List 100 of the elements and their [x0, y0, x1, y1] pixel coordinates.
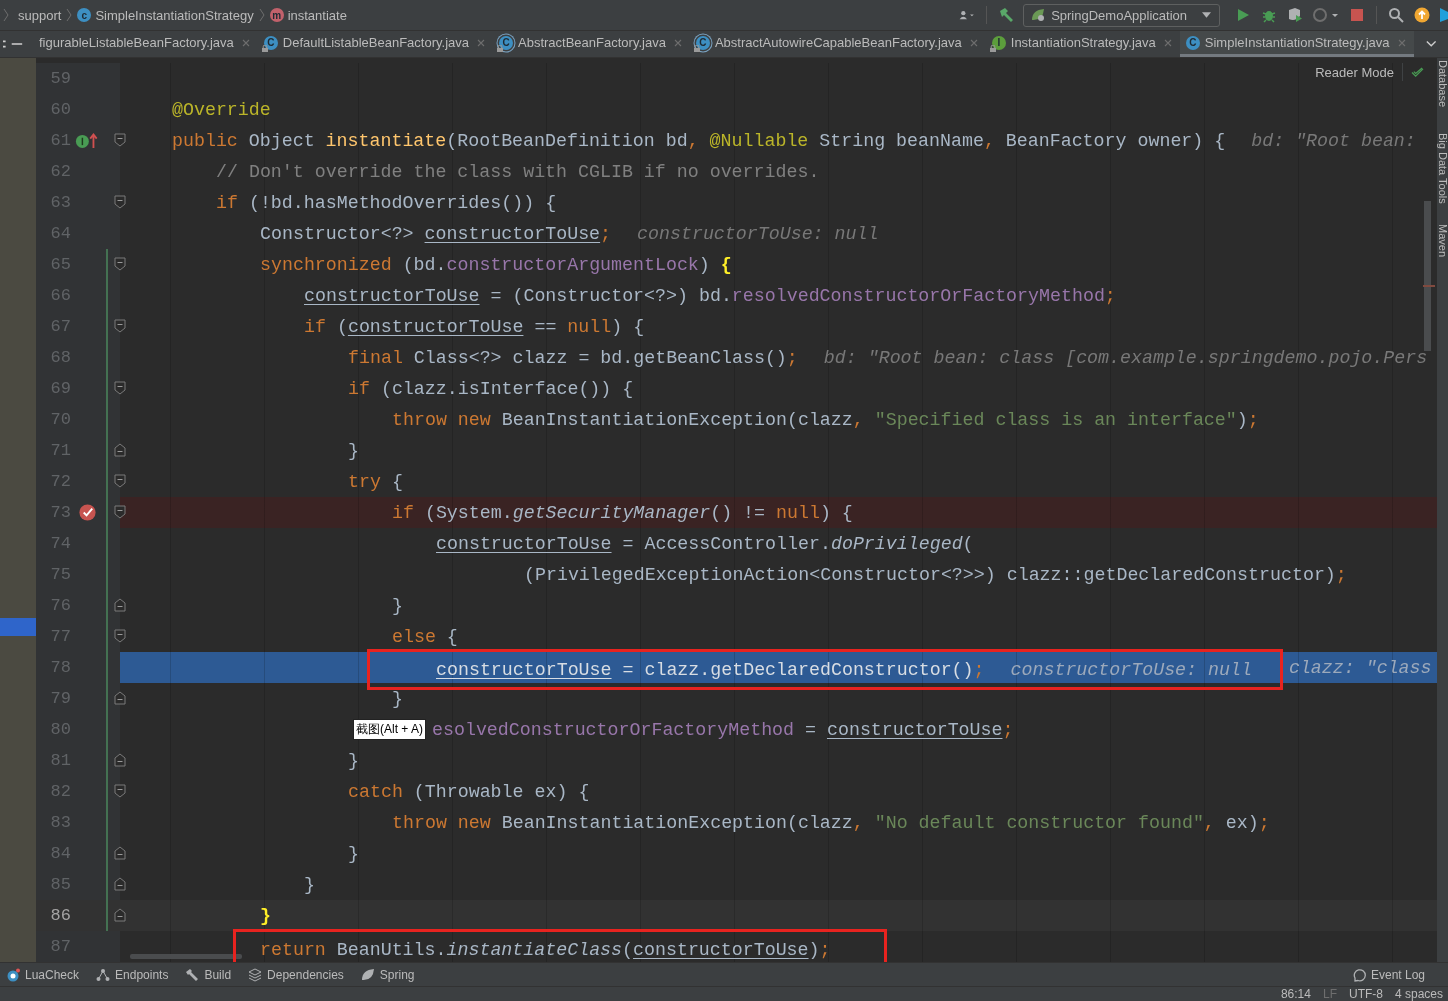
method-icon: m — [269, 8, 284, 22]
implements-marker-icon[interactable] — [75, 132, 99, 149]
fold-marker-icon[interactable] — [114, 629, 126, 643]
reader-mode-link[interactable]: Reader Mode — [1315, 64, 1394, 80]
code-text: throw new BeanInstantiationException(clazz, "No default constructor found", ex); — [392, 812, 1270, 833]
code-text: throw new BeanInstantiationException(clazz, "Specified class is an interface"); — [392, 409, 1259, 430]
chevron-icon — [258, 8, 265, 22]
code-text: constructorToUse = clazz.getDeclaredConstructor(); — [436, 659, 985, 680]
caret-icon — [1202, 12, 1211, 18]
breadcrumb-item[interactable]: SimpleInstantiationStrategy — [95, 7, 254, 23]
scrollbar-thumb[interactable] — [1424, 201, 1431, 351]
fold-marker-icon[interactable] — [114, 381, 126, 395]
tool-window-button[interactable]: LuaCheck — [6, 967, 80, 982]
fold-marker-icon[interactable] — [114, 443, 126, 457]
code-text: public Object instantiate(RootBeanDefinition bd, @Nullable String beanName, BeanFactory owner) { — [172, 130, 1226, 151]
tool-window-button[interactable]: Dependencies — [248, 967, 344, 982]
code-text: if (System.getSecurityManager() != null) { — [392, 502, 853, 523]
editor-tab[interactable]: C AbstractBeanFactory.java — [493, 31, 690, 57]
status-item[interactable]: UTF-8 — [1348, 987, 1383, 1001]
fold-marker-icon[interactable] — [114, 505, 126, 519]
editor-tab[interactable]: figurableListableBeanFactory.java — [38, 31, 258, 57]
tab-label: SimpleInstantiationStrategy.java — [1204, 35, 1390, 50]
fold-marker-icon[interactable] — [114, 691, 126, 705]
tab-label: AbstractAutowireCapableBeanFactory.java — [714, 35, 962, 50]
fold-marker-icon[interactable] — [114, 319, 126, 333]
editor-tab[interactable]: C SimpleInstantiationStrategy.java — [1179, 31, 1414, 57]
code-text: return BeanUtils.instantiateClass(constructorToUse); — [260, 939, 831, 960]
code-text: try { — [348, 471, 403, 492]
code-text: catch (Throwable ex) { — [348, 781, 590, 802]
tab-label: AbstractBeanFactory.java — [518, 35, 666, 50]
chevron-icon — [66, 8, 73, 22]
code-text: constructorToUse = (Constructor<?>) bd.resolvedConstructorOrFactoryMethod; — [304, 285, 1116, 306]
tab-label: DefaultListableBeanFactory.java — [282, 35, 469, 50]
fold-marker-icon[interactable] — [114, 257, 126, 271]
tool-window-button[interactable]: Build — [185, 967, 232, 982]
code-text: Constructor<?> constructorToUse; — [260, 223, 612, 244]
search-icon[interactable] — [1388, 7, 1404, 23]
code-text: } — [392, 688, 403, 709]
tool-window-button[interactable]: Endpoints — [96, 967, 169, 982]
code-text: } — [348, 750, 359, 771]
fold-marker-icon[interactable] — [114, 133, 126, 147]
tab-list-icon[interactable] — [1425, 40, 1436, 48]
update-icon[interactable] — [1414, 7, 1430, 23]
abstract-icon: C — [499, 35, 513, 50]
hammer-icon[interactable] — [998, 7, 1015, 23]
run-configuration-dropdown[interactable]: SpringDemoApplication — [1023, 3, 1220, 27]
profiler-icon[interactable] — [1313, 7, 1339, 23]
code-text: @Override — [172, 99, 271, 120]
code-text: if (!bd.hasMethodOverrides()) { — [216, 192, 557, 213]
bug-check-icon — [6, 967, 20, 982]
nodes-icon — [96, 967, 111, 982]
coverage-icon[interactable] — [1287, 7, 1303, 23]
editor-tab[interactable]: C AbstractAutowireCapableBeanFactory.java — [689, 31, 986, 57]
fold-marker-icon[interactable] — [114, 195, 126, 209]
leaf-icon — [360, 967, 375, 982]
fold-marker-icon[interactable] — [114, 784, 126, 798]
check-icon — [1411, 66, 1424, 78]
class-icon: c — [77, 8, 92, 22]
code-text: } — [392, 595, 403, 616]
tab-label: InstantiationStrategy.java — [1010, 35, 1156, 50]
plugin-icon[interactable] — [1440, 7, 1448, 23]
speech-bubble-icon — [1351, 967, 1366, 982]
code-text: } — [348, 843, 359, 864]
chevron-icon — [3, 8, 9, 22]
code-text: constructorToUse = AccessController.doPrivileged( — [436, 533, 974, 554]
status-item[interactable]: 86:14 — [1280, 987, 1311, 1001]
code-text: } — [260, 905, 271, 926]
layers-icon — [248, 967, 263, 982]
fold-marker-icon[interactable] — [114, 598, 126, 612]
status-item[interactable]: 4 spaces — [1394, 987, 1443, 1001]
code-text: (PrivilegedExceptionAction<Constructor<?>>) clazz::getDeclaredConstructor); — [524, 564, 1347, 585]
class-icon: C — [1185, 35, 1200, 50]
stop-icon[interactable] — [1349, 7, 1365, 23]
code-text: if (constructorToUse == null) { — [304, 316, 645, 337]
code-text: synchronized (bd.constructorArgumentLock) { — [260, 254, 732, 275]
run-icon[interactable] — [1235, 7, 1251, 23]
error-stripe-mark — [1423, 285, 1435, 287]
fold-marker-icon[interactable] — [114, 753, 126, 767]
code-text: if (clazz.isInterface()) { — [348, 378, 634, 399]
fold-marker-icon[interactable] — [114, 474, 126, 488]
hammer-icon — [185, 967, 200, 982]
breadcrumb-item[interactable]: support — [18, 7, 62, 23]
inlay-hint: constructorToUse: null — [637, 223, 879, 244]
fold-marker-icon[interactable] — [114, 846, 126, 860]
fold-marker-icon[interactable] — [114, 908, 126, 922]
breadcrumb-item[interactable]: instantiate — [287, 7, 347, 23]
breakpoint-icon[interactable] — [77, 503, 97, 522]
fold-marker-icon[interactable] — [114, 877, 126, 891]
editor-tab[interactable]: I InstantiationStrategy.java — [985, 31, 1180, 57]
event-log-button[interactable]: Event Log — [1351, 967, 1425, 982]
abstract-icon: C — [695, 35, 710, 50]
line-number: 86 — [49, 906, 71, 925]
code-text: } — [304, 874, 315, 895]
code-text: } — [348, 440, 359, 461]
editor-tab[interactable]: C DefaultListableBeanFactory.java — [257, 31, 493, 57]
inlay-hint: bd: "Root bean: — [1251, 130, 1416, 151]
class-icon: C — [263, 35, 278, 50]
tool-window-button[interactable]: Spring — [360, 967, 415, 982]
inlay-hint: clazz: "class — [1288, 657, 1432, 678]
scrollbar-thumb[interactable] — [130, 954, 242, 959]
